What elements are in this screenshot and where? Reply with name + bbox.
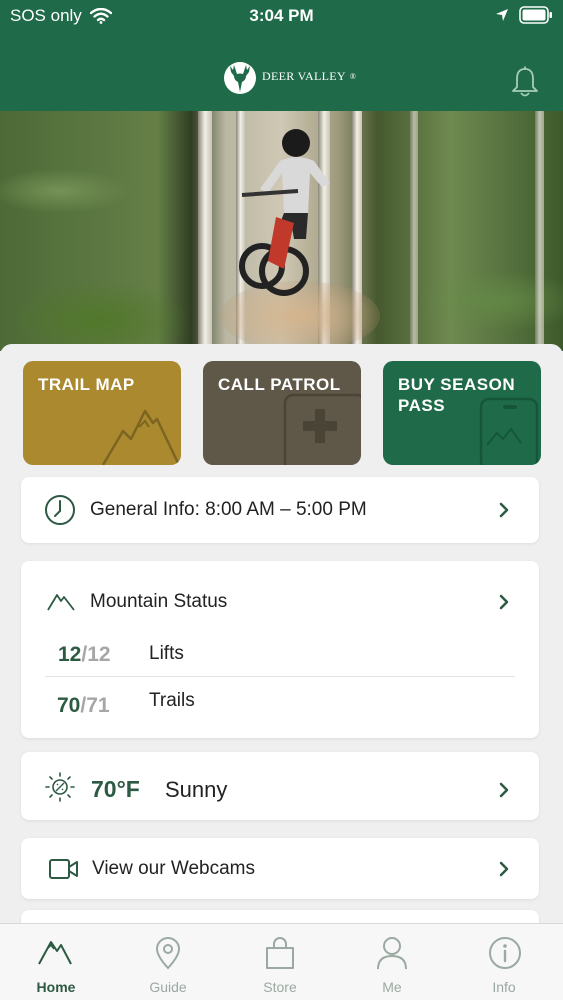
mountain-peak-icon <box>47 594 75 611</box>
chevron-right-icon <box>499 502 509 518</box>
tab-guide[interactable]: Guide <box>112 924 224 1000</box>
tree-trunk <box>410 111 418 351</box>
tab-label: Info <box>492 979 516 995</box>
tree-trunk <box>535 111 544 351</box>
hero-image <box>0 111 563 351</box>
status-bar: SOS only 3:04 PM <box>0 0 563 32</box>
first-aid-icon <box>283 393 361 465</box>
call-patrol-tile[interactable]: CALL PATROL <box>203 361 361 465</box>
trail-map-tile[interactable]: TRAIL MAP <box>23 361 181 465</box>
lifts-open: 12 <box>58 643 82 666</box>
general-info-card[interactable]: General Info: 8:00 AM – 5:00 PM <box>21 477 539 543</box>
chevron-right-icon <box>499 594 509 610</box>
tab-label: Store <box>263 979 297 995</box>
buy-season-pass-tile[interactable]: BUY SEASON PASS <box>383 361 541 465</box>
webcams-card[interactable]: View our Webcams <box>21 838 539 899</box>
chevron-right-icon <box>499 861 509 877</box>
video-camera-icon <box>49 859 78 879</box>
location-arrow-icon <box>496 9 508 21</box>
general-info-label: General Info: 8:00 AM – 5:00 PM <box>90 499 367 520</box>
mountain-status-title: Mountain Status <box>90 591 228 612</box>
tab-info[interactable]: Info <box>448 924 560 1000</box>
logo-text: DEER VALLEY <box>262 68 346 83</box>
trails-count: 70/71 <box>57 694 110 718</box>
tab-label: Guide <box>149 979 187 995</box>
trails-total: /71 <box>80 694 110 717</box>
shopping-bag-icon <box>266 937 294 969</box>
tab-me[interactable]: Me <box>336 924 448 1000</box>
mountain-biker-figure <box>239 129 330 296</box>
weather-card[interactable]: 70°F Sunny <box>21 752 539 820</box>
app-header: DEER VALLEY ® <box>0 32 563 111</box>
deer-valley-logo[interactable]: DEER VALLEY ® <box>222 56 356 96</box>
weather-condition: Sunny <box>165 777 228 802</box>
bottom-tab-bar: Home Guide Store Me Info <box>0 923 563 1000</box>
webcams-label: View our Webcams <box>92 858 255 879</box>
pass-card-icon <box>479 397 539 465</box>
info-icon <box>489 937 521 969</box>
deer-logo-icon <box>224 62 256 94</box>
tile-label: TRAIL MAP <box>38 375 135 394</box>
trails-open: 70 <box>57 694 81 717</box>
lifts-total: /12 <box>81 643 111 666</box>
tab-label: Me <box>382 979 402 995</box>
status-time: 3:04 PM <box>249 6 314 25</box>
home-mountain-icon <box>38 941 72 965</box>
notification-bell-icon[interactable] <box>511 66 539 98</box>
status-right <box>495 6 553 24</box>
person-icon <box>377 937 407 970</box>
logo-registered-mark: ® <box>349 71 357 81</box>
status-divider <box>45 676 515 677</box>
tab-store[interactable]: Store <box>224 924 336 1000</box>
chevron-right-icon <box>499 782 509 798</box>
tab-home[interactable]: Home <box>0 924 112 1000</box>
sun-icon <box>45 772 75 802</box>
tree-trunk <box>198 111 212 351</box>
mountain-icon <box>101 409 181 465</box>
lifts-count: 12/12 <box>58 643 111 667</box>
lifts-label: Lifts <box>149 643 184 664</box>
tab-label: Home <box>36 979 76 995</box>
mountain-status-card[interactable]: Mountain Status 12/12 Lifts 70/71 Trails <box>21 561 539 738</box>
battery-icon <box>519 6 552 24</box>
trails-label: Trails <box>149 690 195 711</box>
weather-temperature: 70°F <box>91 776 140 802</box>
clock-icon <box>45 495 75 525</box>
map-pin-icon <box>155 937 181 970</box>
